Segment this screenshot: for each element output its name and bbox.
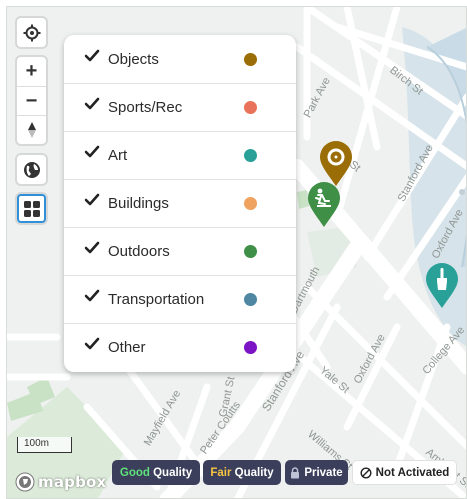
mapbox-logo[interactable]: mapbox: [15, 471, 106, 493]
compass-button[interactable]: [17, 115, 46, 144]
legend-item-label: Transportation: [108, 290, 205, 308]
legend-color-dot: [244, 100, 257, 114]
legend-item-sports-rec[interactable]: Sports/Rec: [64, 83, 296, 131]
plus-icon: +: [25, 60, 38, 82]
checkmark-icon: [84, 193, 100, 206]
legend-color-dot: [244, 244, 257, 258]
zoom-in-button[interactable]: +: [17, 57, 46, 86]
geolocate-button[interactable]: [17, 18, 46, 47]
crosshair-icon: [23, 24, 40, 41]
zoom-out-button[interactable]: −: [17, 86, 46, 115]
fair-word: Fair: [210, 466, 232, 479]
checkmark-icon: [84, 97, 100, 110]
legend-item-label: Sports/Rec: [108, 98, 183, 116]
checkmark-icon: [84, 145, 100, 158]
globe-control: [17, 155, 46, 184]
mapbox-logo-text: mapbox: [38, 473, 107, 491]
mapbox-icon: [15, 472, 35, 492]
legend-item-other[interactable]: Other: [64, 323, 296, 371]
checkmark-icon: [84, 337, 100, 350]
not-activated-badge[interactable]: Not Activated: [352, 460, 457, 485]
globe-icon: [23, 161, 40, 178]
fair-quality-text: Quality: [231, 466, 274, 479]
fair-quality-badge[interactable]: Fair Quality: [203, 460, 281, 485]
grid-icon: [23, 200, 40, 217]
prohibited-icon: [360, 466, 372, 479]
brush-icon[interactable]: [425, 263, 459, 309]
lock-icon: [291, 466, 300, 478]
good-word: Good: [119, 466, 150, 479]
legend-item-outdoors[interactable]: Outdoors: [64, 227, 296, 275]
navigation-control: + −: [17, 57, 46, 144]
good-quality-text: Quality: [149, 466, 193, 479]
legend-color-dot: [244, 340, 257, 354]
minus-icon: −: [25, 89, 38, 112]
layers-control: [17, 194, 46, 223]
good-quality-badge[interactable]: Good Quality: [112, 460, 200, 485]
globe-button[interactable]: [17, 155, 46, 184]
legend-item-label: Art: [108, 146, 128, 164]
legend-item-label: Objects: [108, 50, 159, 68]
compass-icon: [27, 122, 36, 138]
checkmark-icon: [84, 49, 100, 62]
legend-item-label: Other: [108, 338, 146, 356]
geolocate-control: [17, 18, 46, 47]
category-legend: Objects Sports/Rec Art Buildings Outdoors Tra…: [64, 35, 296, 372]
checkmark-icon: [84, 241, 100, 254]
legend-item-label: Buildings: [108, 194, 169, 212]
scale-bar: 100m: [17, 437, 72, 453]
legend-color-dot: [244, 196, 257, 210]
legend-item-transportation[interactable]: Transportation: [64, 275, 296, 323]
legend-item-buildings[interactable]: Buildings: [64, 179, 296, 227]
map-canvas[interactable]: Birch St Park Ave Ash St Stanford Ave Ox…: [6, 6, 467, 499]
legend-item-objects[interactable]: Objects: [64, 35, 296, 83]
legend-color-dot: [244, 292, 257, 306]
rider-icon[interactable]: [307, 182, 341, 228]
layers-button[interactable]: [17, 194, 46, 223]
checkmark-icon: [84, 289, 100, 302]
private-badge[interactable]: Private: [285, 460, 348, 485]
legend-color-dot: [244, 52, 257, 66]
location-pin-icon[interactable]: [319, 141, 353, 187]
not-activated-label: Not Activated: [375, 466, 450, 479]
legend-item-label: Outdoors: [108, 242, 170, 260]
private-label: Private: [304, 466, 343, 479]
legend-color-dot: [244, 148, 257, 162]
legend-item-art[interactable]: Art: [64, 131, 296, 179]
